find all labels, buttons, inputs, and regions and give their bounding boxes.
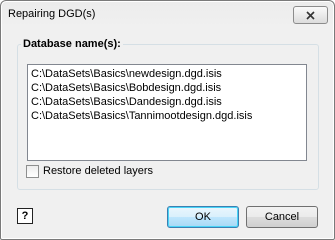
ok-button-label: OK [195,211,211,223]
list-item[interactable]: C:\DataSets\Basics\newdesign.dgd.isis [31,67,303,81]
window-title: Repairing DGD(s) [8,8,96,20]
help-label: ? [21,209,29,222]
database-group-label: Database name(s): [21,38,123,50]
close-button[interactable] [293,6,328,24]
ok-button[interactable]: OK [167,206,239,228]
list-item[interactable]: C:\DataSets\Basics\Dandesign.dgd.isis [31,95,303,109]
cancel-button-label: Cancel [264,211,300,223]
list-item[interactable]: C:\DataSets\Basics\Bobdesign.dgd.isis [31,81,303,95]
list-item[interactable]: C:\DataSets\Basics\Tannimootdesign.dgd.i… [31,109,303,123]
restore-deleted-layers-row[interactable]: Restore deleted layers [26,164,153,178]
restore-deleted-layers-checkbox[interactable] [26,164,39,178]
dialog-window: Repairing DGD(s) Database name(s): C:\Da… [0,0,335,240]
restore-deleted-layers-label[interactable]: Restore deleted layers [43,165,153,177]
close-icon [306,10,315,20]
cancel-button[interactable]: Cancel [246,206,318,228]
database-listbox[interactable]: C:\DataSets\Basics\newdesign.dgd.isis C:… [27,64,307,161]
help-icon[interactable]: ? [17,208,33,224]
title-bar[interactable]: Repairing DGD(s) [2,2,333,28]
